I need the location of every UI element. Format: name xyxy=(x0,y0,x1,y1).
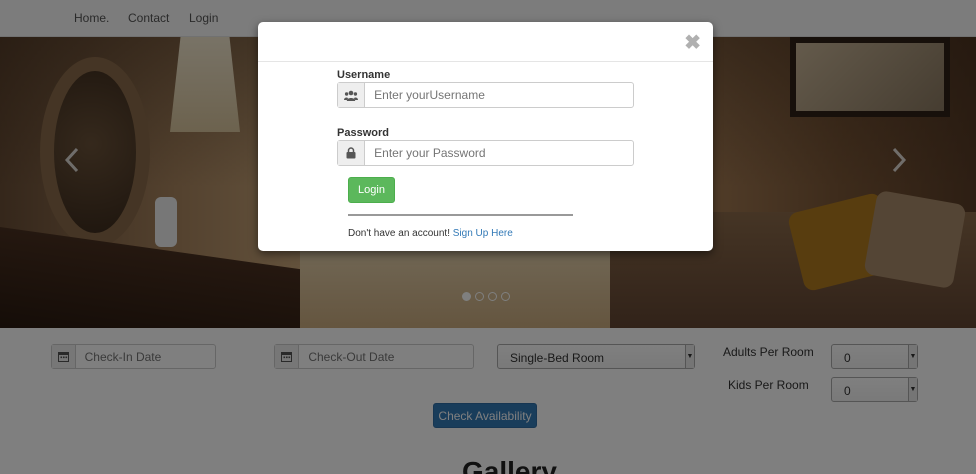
username-label: Username xyxy=(337,69,391,81)
password-input[interactable] xyxy=(365,141,633,165)
password-label: Password xyxy=(337,127,389,139)
lock-icon xyxy=(338,141,366,165)
divider xyxy=(348,214,573,216)
users-icon xyxy=(338,83,366,107)
modal-header: ✖ xyxy=(258,22,713,62)
login-modal: ✖ Username Password Login Don't have an … xyxy=(258,22,713,251)
signup-prompt: Don't have an account! Sign Up Here xyxy=(348,228,513,239)
login-button[interactable]: Login xyxy=(348,177,395,203)
signup-link[interactable]: Sign Up Here xyxy=(453,228,513,239)
password-group xyxy=(337,140,634,166)
username-input[interactable] xyxy=(365,83,633,107)
close-icon[interactable]: ✖ xyxy=(684,30,701,55)
username-group xyxy=(337,82,634,108)
signup-prompt-text: Don't have an account! xyxy=(348,228,450,239)
